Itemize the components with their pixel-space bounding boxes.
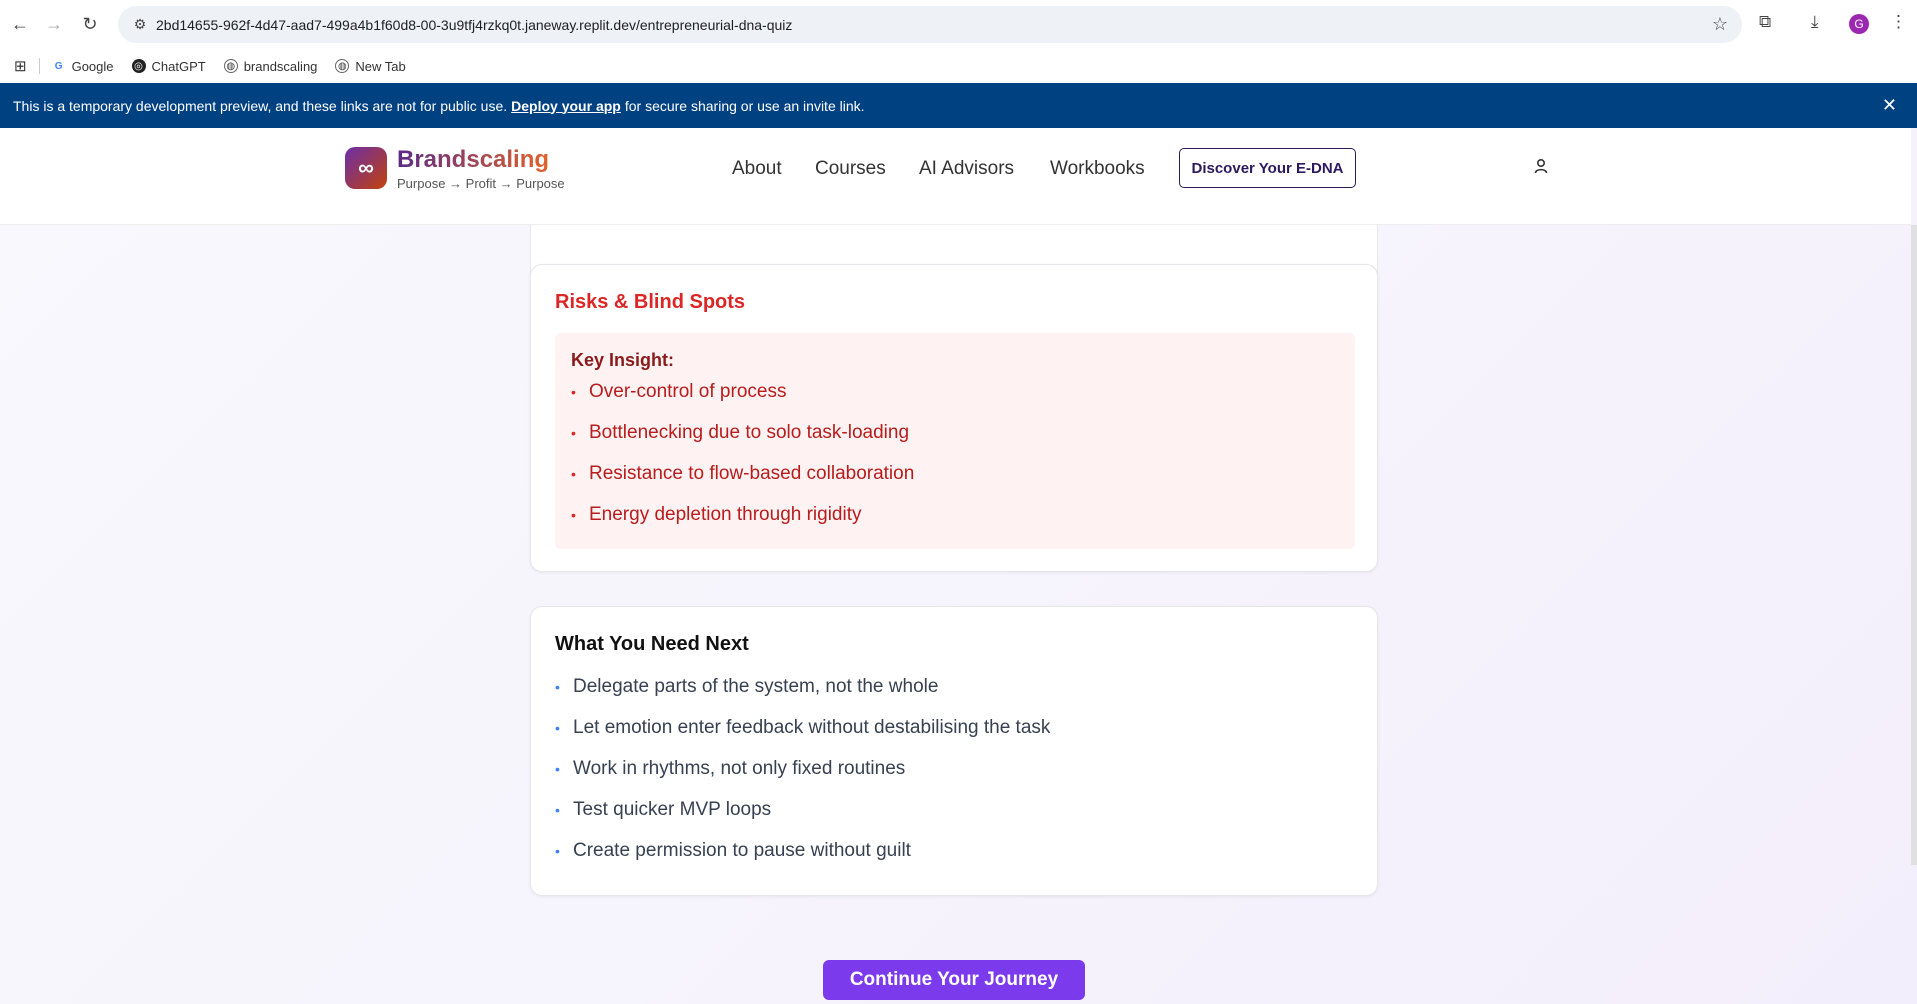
browser-toolbar: ← → ↻ ⚙ 2bd14655-962f-4d47-aad7-499a4b1f… xyxy=(0,0,1917,49)
list-item: • Over-control of process xyxy=(571,381,786,403)
brand-tagline: Purpose → Profit → Purpose xyxy=(397,176,565,191)
list-item: • Create permission to pause without guil… xyxy=(555,840,911,862)
bookmark-label: brandscaling xyxy=(243,58,318,74)
bookmarks-bar: ⊞ G Google ◎ ChatGPT ◍ brandscaling ◍ New Ta… xyxy=(0,49,1917,83)
list-item: • Energy depletion through rigidity xyxy=(571,504,862,526)
apps-icon[interactable]: ⊞ xyxy=(14,57,27,75)
bookmark-label: ChatGPT xyxy=(151,58,206,74)
site-info-icon[interactable]: ⚙ xyxy=(124,16,156,33)
bullet-dot: • xyxy=(555,720,560,736)
list-item-text: Test quicker MVP loops xyxy=(573,799,772,820)
bullet-dot: • xyxy=(555,679,560,695)
list-item: • Bottlenecking due to solo task-loading xyxy=(571,422,909,444)
list-item-text: Delegate parts of the system, not the wh… xyxy=(573,676,939,697)
bullet-dot: • xyxy=(555,761,560,777)
page-scrollbar[interactable] xyxy=(1911,225,1917,865)
bookmark-new-tab[interactable]: ◍ New Tab xyxy=(335,58,406,74)
nav-courses[interactable]: Courses xyxy=(815,158,886,180)
list-item-text: Work in rhythms, not only fixed routines xyxy=(573,758,906,779)
list-item-text: Energy depletion through rigidity xyxy=(589,504,862,525)
nav-workbooks[interactable]: Workbooks xyxy=(1050,158,1145,180)
continue-journey-button[interactable]: Continue Your Journey xyxy=(823,960,1085,1000)
bullet-dot: • xyxy=(571,425,576,441)
back-icon[interactable]: ← xyxy=(8,12,32,36)
list-item: • Work in rhythms, not only fixed routine… xyxy=(555,758,905,780)
bullet-dot: • xyxy=(571,384,576,400)
bookmark-google[interactable]: G Google xyxy=(52,59,114,74)
list-item: • Delegate parts of the system, not the w… xyxy=(555,676,938,698)
key-insight-label: Key Insight: xyxy=(571,350,675,370)
forward-icon[interactable]: → xyxy=(42,12,66,36)
google-icon: G xyxy=(54,60,63,72)
infinity-logo-icon[interactable]: ∞ xyxy=(345,147,387,189)
bullet-dot: • xyxy=(571,507,576,523)
chatgpt-icon: ◎ xyxy=(131,59,146,73)
profile-avatar[interactable]: G xyxy=(1849,14,1869,34)
dev-preview-banner: This is a temporary development preview,… xyxy=(0,83,1917,128)
bullet-dot: • xyxy=(555,843,560,859)
banner-text: This is a temporary development preview,… xyxy=(13,97,508,114)
banner-text-after: for secure sharing or use an invite link… xyxy=(624,97,865,114)
bookmarks-divider xyxy=(38,58,40,74)
nav-about[interactable]: About xyxy=(732,158,782,180)
list-item: • Let emotion enter feedback without dest… xyxy=(555,717,1050,739)
bookmark-label: Google xyxy=(71,58,114,74)
bookmark-chatgpt[interactable]: ◎ ChatGPT xyxy=(131,58,206,74)
user-icon-svg xyxy=(1534,158,1548,174)
discover-edna-button[interactable]: Discover Your E-DNA xyxy=(1179,148,1356,188)
nav-ai-advisors[interactable]: AI Advisors xyxy=(919,158,1014,180)
bookmark-star-icon[interactable]: ☆ xyxy=(1712,14,1728,35)
globe-icon: ◍ xyxy=(335,59,350,73)
list-item-text: Bottlenecking due to solo task-loading xyxy=(589,422,910,443)
list-item: • Resistance to flow-based collaboration xyxy=(571,463,914,485)
list-item-text: Create permission to pause without guilt xyxy=(573,840,911,861)
list-item-text: Over-control of process xyxy=(589,381,787,402)
globe-icon: ◍ xyxy=(223,59,238,73)
download-icon[interactable]: ⤓ xyxy=(1811,12,1819,32)
extensions-icon[interactable]: ⧉ xyxy=(1759,12,1771,32)
menu-icon[interactable]: ⋮ xyxy=(1890,12,1907,32)
user-icon[interactable] xyxy=(1534,158,1548,179)
page-content: ∞ Brandscaling Purpose → Profit → Purpos… xyxy=(0,128,1917,1004)
deploy-app-link[interactable]: Deploy your app xyxy=(511,98,621,114)
url-text[interactable]: 2bd14655-962f-4d47-aad7-499a4b1f60d8-00-… xyxy=(156,17,792,33)
reload-icon[interactable]: ↻ xyxy=(78,12,102,36)
risks-card: Risks & Blind Spots Key Insight: • Over-c… xyxy=(530,264,1378,572)
list-item: • Test quicker MVP loops xyxy=(555,799,771,821)
risks-title: Risks & Blind Spots xyxy=(555,291,746,313)
next-steps-title: What You Need Next xyxy=(555,633,749,655)
bullet-dot: • xyxy=(571,466,576,482)
site-header: ∞ Brandscaling Purpose → Profit → Purpos… xyxy=(0,128,1911,225)
next-steps-card: What You Need Next • Delegate parts of th… xyxy=(530,606,1378,896)
list-item-text: Let emotion enter feedback without desta… xyxy=(573,717,1051,738)
bookmark-label: New Tab xyxy=(355,58,406,74)
key-insight-box: Key Insight: • Over-control of process • B… xyxy=(555,333,1355,549)
bookmark-brandscaling[interactable]: ◍ brandscaling xyxy=(223,58,318,74)
bullet-dot: • xyxy=(555,802,560,818)
address-bar[interactable]: ⚙ 2bd14655-962f-4d47-aad7-499a4b1f60d8-0… xyxy=(118,6,1742,43)
list-item-text: Resistance to flow-based collaboration xyxy=(589,463,915,484)
close-icon[interactable]: ✕ xyxy=(1882,95,1897,116)
brand-name[interactable]: Brandscaling xyxy=(397,146,549,174)
